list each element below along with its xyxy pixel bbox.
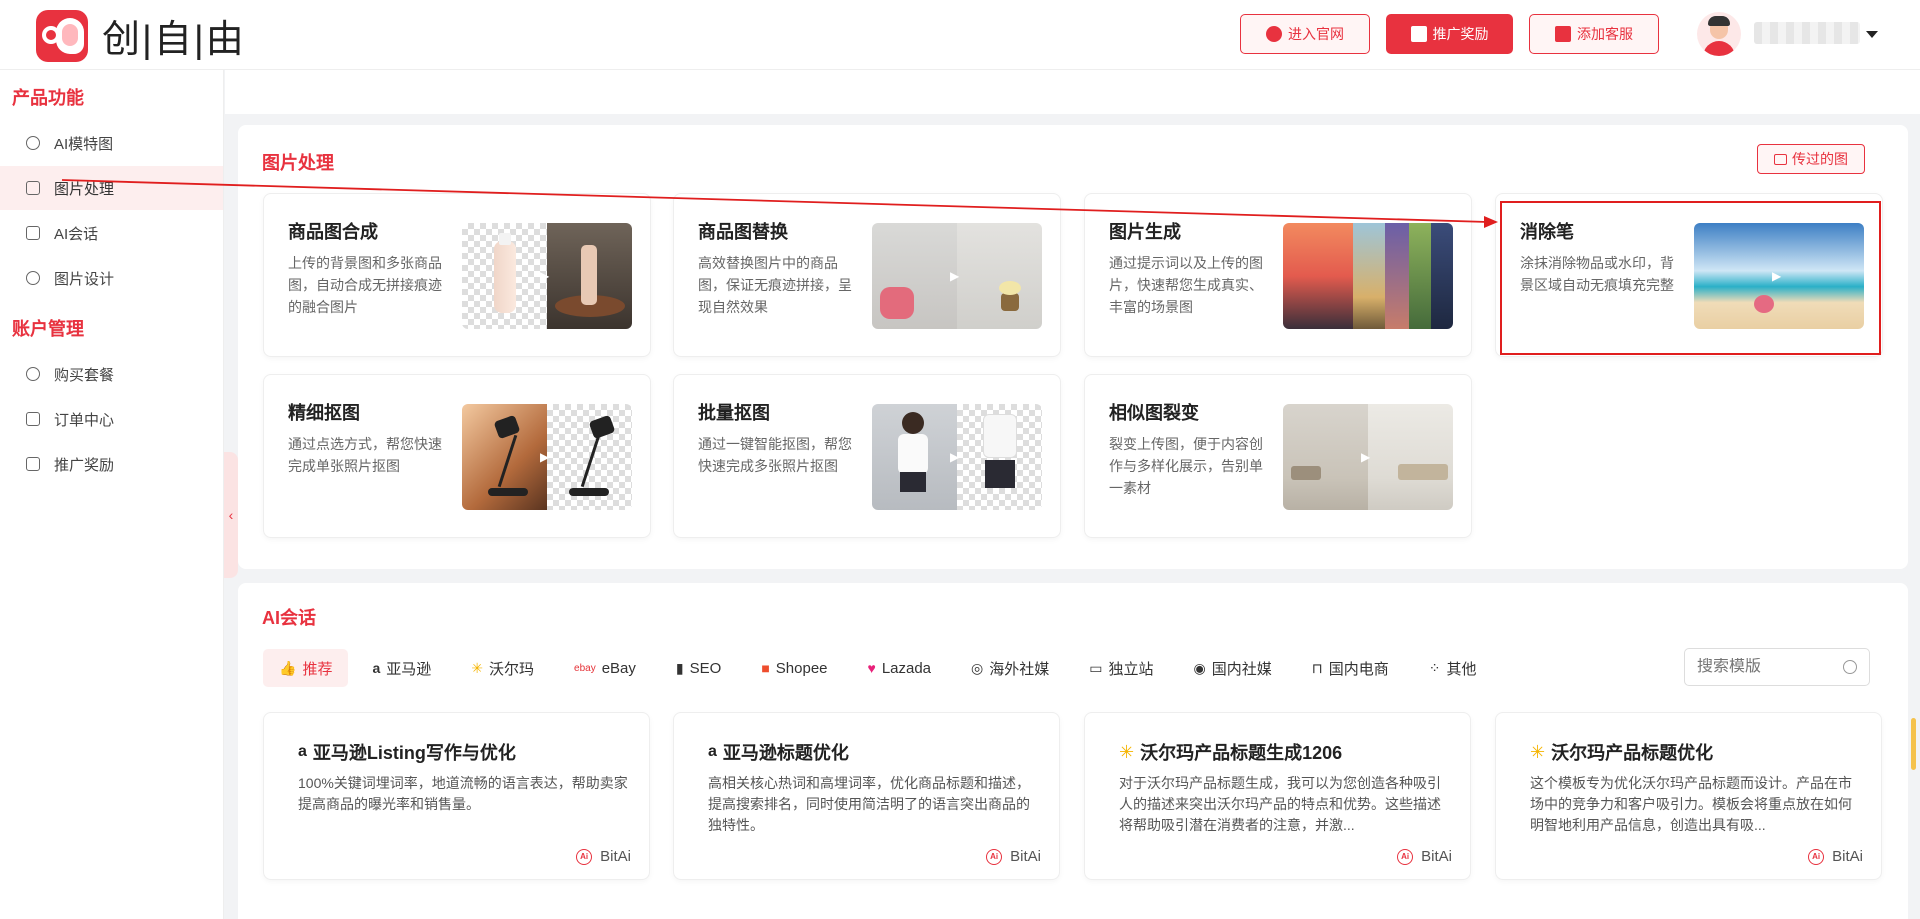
template-card[interactable]: a 亚马逊Listing写作与优化 100%关键词埋词率，地道流畅的语言表达，帮助… bbox=[263, 712, 650, 880]
template-desc: 100%关键词埋词率，地道流畅的语言表达，帮助卖家提高商品的曝光率和销售量。 bbox=[298, 775, 628, 812]
tab-recommend[interactable]: 👍 推荐 bbox=[263, 649, 349, 687]
tab-domestic-social[interactable]: ◉ 国内社媒 bbox=[1178, 649, 1288, 687]
template-card[interactable]: ✳ 沃尔玛产品标题生成1206 对于沃尔玛产品标题生成，我可以为您创造各种吸引人的… bbox=[1084, 712, 1471, 880]
tab-other[interactable]: ⁘ 其他 bbox=[1413, 649, 1493, 687]
walmart-icon: ✳ bbox=[1530, 741, 1546, 762]
thumbs-up-icon: 👍 bbox=[279, 659, 297, 676]
tab-amazon[interactable]: a 亚马逊 bbox=[356, 649, 447, 687]
lazada-icon: ♥ bbox=[867, 660, 876, 676]
tab-overseas-social[interactable]: ◎ 海外社媒 bbox=[955, 649, 1065, 687]
globe-chat-icon: ◎ bbox=[971, 659, 984, 676]
template-desc: 对于沃尔玛产品标题生成，我可以为您创造各种吸引人的描述来突出沃尔玛产品的特点和优… bbox=[1119, 775, 1441, 833]
ai-badge-icon: Ai bbox=[986, 848, 1003, 865]
ebay-icon: ebay bbox=[574, 662, 596, 674]
ai-chat-title: AI会话 bbox=[262, 608, 316, 628]
template-desc: 高相关核心热词和高埋词率，优化商品标题和描述，提高搜索排名，同时使用简洁明了的语… bbox=[708, 775, 1030, 833]
template-card[interactable]: a 亚马逊标题优化 高相关核心热词和高埋词率，优化商品标题和描述，提高搜索排名，同… bbox=[673, 712, 1060, 880]
bar-chart-icon: ▮ bbox=[675, 659, 684, 676]
tab-walmart[interactable]: ✳ 沃尔玛 bbox=[455, 649, 550, 687]
grid-icon: ⁘ bbox=[1428, 659, 1441, 676]
search-input[interactable] bbox=[1697, 658, 1837, 676]
tab-seo[interactable]: ▮ SEO bbox=[660, 649, 737, 687]
shopee-icon: ■ bbox=[761, 660, 770, 676]
tab-domestic-ecommerce[interactable]: ⊓ 国内电商 bbox=[1296, 649, 1405, 687]
template-search[interactable] bbox=[1684, 648, 1870, 686]
ai-badge-icon: Ai bbox=[1808, 848, 1825, 865]
scrollbar-thumb[interactable] bbox=[1911, 718, 1916, 770]
template-card[interactable]: ✳ 沃尔玛产品标题优化 这个模板专为优化沃尔玛产品标题而设计。产品在市场中的竞争力… bbox=[1495, 712, 1882, 880]
chat-icon: ◉ bbox=[1193, 659, 1206, 676]
amazon-icon: a bbox=[372, 660, 381, 676]
bag-icon: ⊓ bbox=[1311, 659, 1323, 676]
tab-independent-site[interactable]: ▭ 独立站 bbox=[1073, 649, 1169, 687]
ai-badge-icon: Ai bbox=[576, 848, 593, 865]
amazon-icon: a bbox=[708, 743, 717, 760]
tab-lazada[interactable]: ♥ Lazada bbox=[852, 649, 948, 687]
category-tabs: 👍 推荐 a 亚马逊 ✳ 沃尔玛 ebay eBay ▮ SEO ■ Shopee ♥ Laz… bbox=[263, 648, 1500, 688]
walmart-icon: ✳ bbox=[471, 659, 483, 676]
store-icon: ▭ bbox=[1089, 659, 1103, 676]
search-icon[interactable] bbox=[1843, 660, 1857, 674]
tab-ebay[interactable]: ebay eBay bbox=[558, 649, 652, 687]
template-desc: 这个模板专为优化沃尔玛产品标题而设计。产品在市场中的竞争力和客户吸引力。模板会将… bbox=[1530, 775, 1852, 833]
tab-shopee[interactable]: ■ Shopee bbox=[745, 649, 843, 687]
amazon-icon: a bbox=[298, 743, 307, 760]
ai-badge-icon: Ai bbox=[1397, 848, 1414, 865]
walmart-icon: ✳ bbox=[1119, 741, 1135, 762]
